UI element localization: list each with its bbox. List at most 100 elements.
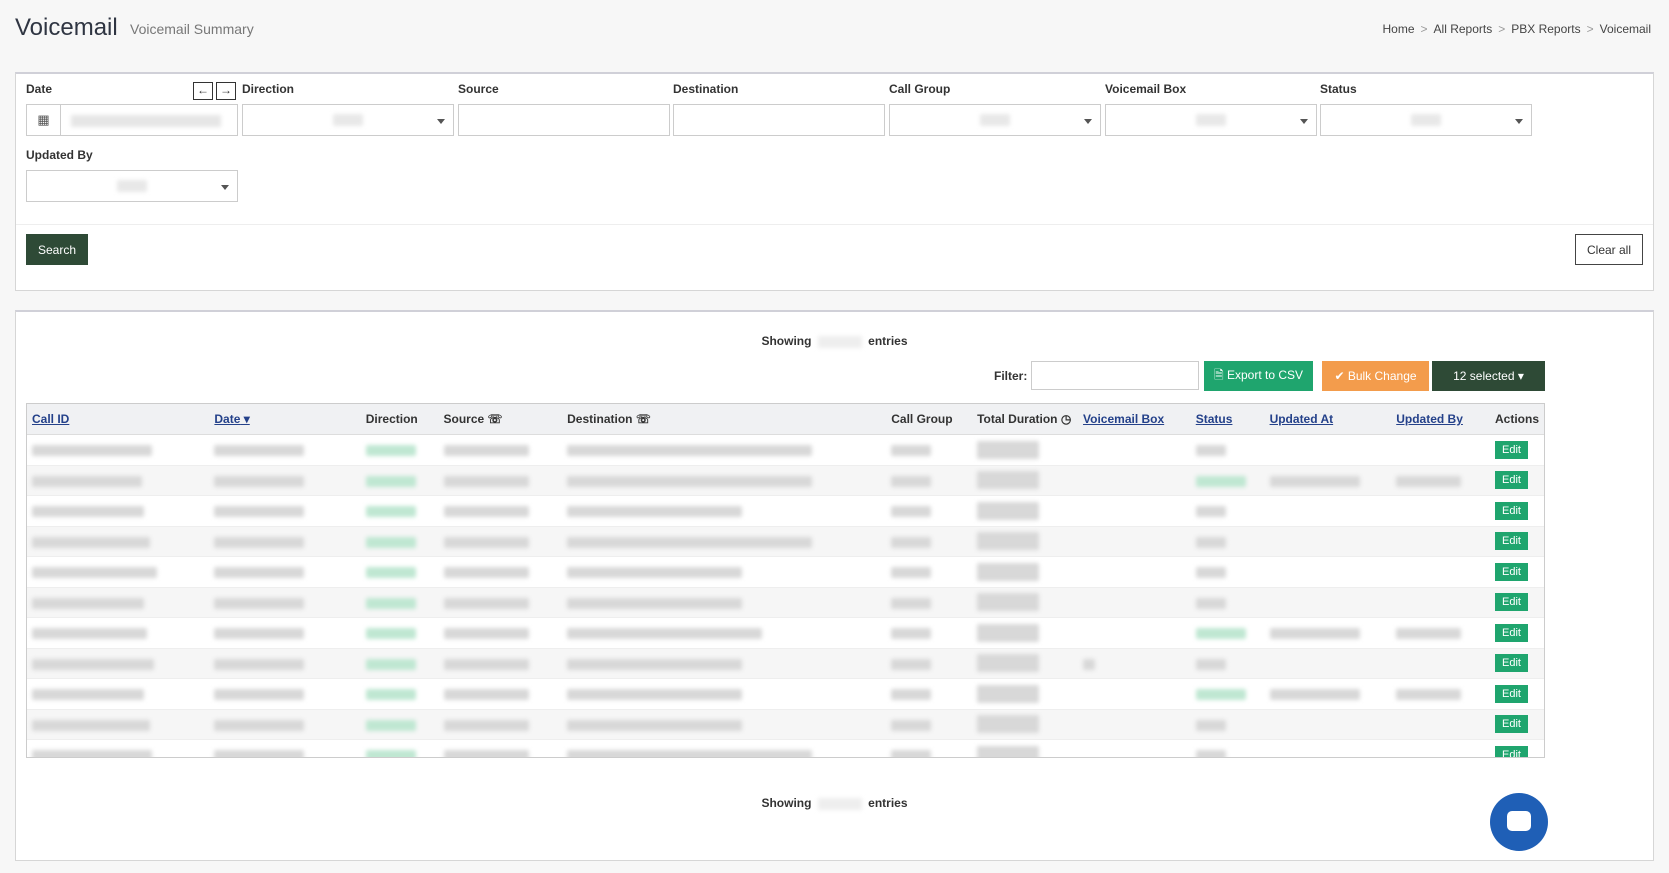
next-date-button[interactable]: → bbox=[216, 82, 236, 100]
chevron-down-icon bbox=[1515, 119, 1523, 124]
cell-voicemail-box bbox=[1078, 648, 1191, 679]
call-group-select[interactable] bbox=[889, 104, 1101, 136]
redacted-value bbox=[567, 750, 813, 757]
redacted-value bbox=[214, 689, 305, 701]
cell-total-duration bbox=[972, 434, 1079, 466]
breadcrumb-pbx-reports[interactable]: PBX Reports bbox=[1511, 22, 1580, 36]
redacted-value bbox=[365, 567, 416, 579]
cell-total-duration bbox=[972, 587, 1079, 618]
column-status[interactable]: Status bbox=[1190, 404, 1265, 435]
redacted-value bbox=[443, 750, 529, 757]
export-csv-button[interactable]: 🗎 Export to CSV bbox=[1204, 361, 1313, 391]
updated-by-select[interactable] bbox=[26, 170, 238, 202]
edit-button[interactable]: Edit bbox=[1494, 471, 1528, 490]
edit-button[interactable]: Edit bbox=[1494, 562, 1528, 581]
date-label: Date bbox=[26, 82, 53, 96]
column-voicemail-box[interactable]: Voicemail Box bbox=[1078, 404, 1191, 435]
redacted-value bbox=[32, 536, 150, 548]
column-date[interactable]: Date ▾ bbox=[209, 404, 361, 435]
redacted-value bbox=[32, 506, 144, 518]
column-call-id[interactable]: Call ID bbox=[27, 404, 210, 435]
cell-destination bbox=[562, 709, 887, 740]
redacted-value bbox=[32, 689, 144, 701]
redacted-value bbox=[567, 658, 743, 670]
cell-status bbox=[1190, 556, 1265, 588]
cell-direction bbox=[360, 678, 439, 710]
column-updated-by[interactable]: Updated By bbox=[1391, 404, 1490, 435]
updated-by-label: Updated By bbox=[26, 148, 93, 162]
search-button[interactable]: Search bbox=[26, 234, 88, 265]
direction-select[interactable] bbox=[242, 104, 454, 136]
redacted-value bbox=[1396, 628, 1462, 640]
redacted-value bbox=[443, 506, 529, 518]
redacted-value bbox=[1195, 567, 1226, 579]
chevron-down-icon bbox=[1084, 119, 1092, 124]
redacted-value bbox=[365, 719, 416, 731]
source-input[interactable] bbox=[458, 104, 670, 136]
columns-selected-dropdown[interactable]: 12 selected ▾ bbox=[1432, 361, 1545, 391]
cell-direction bbox=[360, 617, 439, 649]
edit-button[interactable]: Edit bbox=[1494, 532, 1528, 551]
edit-button[interactable]: Edit bbox=[1494, 715, 1528, 734]
cell-voicemail-box bbox=[1078, 465, 1191, 496]
cell-source bbox=[438, 739, 563, 757]
cell-total-duration bbox=[972, 617, 1079, 649]
destination-label: Destination bbox=[673, 82, 739, 96]
redacted-value bbox=[977, 562, 1040, 581]
redacted-value bbox=[214, 628, 305, 640]
redacted-value bbox=[443, 628, 529, 640]
voicemail-table: Call ID Date ▾ Direction Source ☏ Destin… bbox=[26, 403, 1545, 758]
cell-source bbox=[438, 526, 563, 557]
clear-all-button[interactable]: Clear all bbox=[1575, 234, 1643, 265]
redacted-value bbox=[1269, 475, 1360, 487]
edit-button[interactable]: Edit bbox=[1494, 440, 1528, 459]
breadcrumb-voicemail: Voicemail bbox=[1599, 22, 1651, 36]
redacted-value bbox=[443, 719, 529, 731]
voicemail-box-select[interactable] bbox=[1105, 104, 1317, 136]
phone-icon: ☏ bbox=[632, 412, 651, 426]
redacted-value bbox=[443, 475, 529, 487]
check-icon: ✔ bbox=[1334, 369, 1348, 383]
redacted-value bbox=[32, 567, 157, 579]
edit-button[interactable]: Edit bbox=[1494, 654, 1528, 673]
cell-destination bbox=[562, 678, 887, 710]
cell-call-id bbox=[27, 617, 210, 649]
cell-direction bbox=[360, 709, 439, 740]
table-row: Edit bbox=[27, 648, 1544, 679]
edit-button[interactable]: Edit bbox=[1494, 501, 1528, 520]
redacted-value bbox=[891, 628, 932, 640]
cell-updated-by bbox=[1391, 678, 1490, 710]
edit-button[interactable]: Edit bbox=[1494, 684, 1528, 703]
redacted-value bbox=[32, 658, 154, 670]
cell-destination bbox=[562, 587, 887, 618]
redacted-value bbox=[977, 471, 1040, 490]
updated-by-select-value bbox=[117, 180, 147, 192]
redacted-value bbox=[977, 440, 1040, 459]
prev-date-button[interactable]: ← bbox=[193, 82, 213, 100]
redacted-value bbox=[1195, 689, 1246, 701]
redacted-value bbox=[214, 567, 305, 579]
status-select[interactable] bbox=[1320, 104, 1532, 136]
chevron-down-icon bbox=[1300, 119, 1308, 124]
cell-status bbox=[1190, 434, 1265, 466]
showing-prefix: Showing bbox=[761, 796, 812, 810]
edit-button[interactable]: Edit bbox=[1494, 593, 1528, 612]
breadcrumb-home[interactable]: Home bbox=[1383, 22, 1415, 36]
edit-button[interactable]: Edit bbox=[1494, 623, 1528, 642]
cell-status bbox=[1190, 678, 1265, 710]
redacted-value bbox=[214, 475, 305, 487]
destination-input[interactable] bbox=[673, 104, 885, 136]
breadcrumb-all-reports[interactable]: All Reports bbox=[1434, 22, 1493, 36]
cell-direction bbox=[360, 648, 439, 679]
redacted-value bbox=[891, 658, 932, 670]
chat-widget-icon[interactable] bbox=[1490, 793, 1548, 851]
table-filter-input[interactable] bbox=[1031, 361, 1199, 390]
bulk-change-button[interactable]: ✔ Bulk Change bbox=[1322, 361, 1429, 391]
date-range-input[interactable]: ▦ bbox=[26, 104, 238, 136]
column-updated-at[interactable]: Updated At bbox=[1264, 404, 1392, 435]
redacted-value bbox=[443, 597, 529, 609]
edit-button[interactable]: Edit bbox=[1494, 745, 1528, 757]
cell-date bbox=[209, 617, 361, 649]
calendar-icon[interactable]: ▦ bbox=[27, 105, 61, 135]
cell-date bbox=[209, 678, 361, 710]
